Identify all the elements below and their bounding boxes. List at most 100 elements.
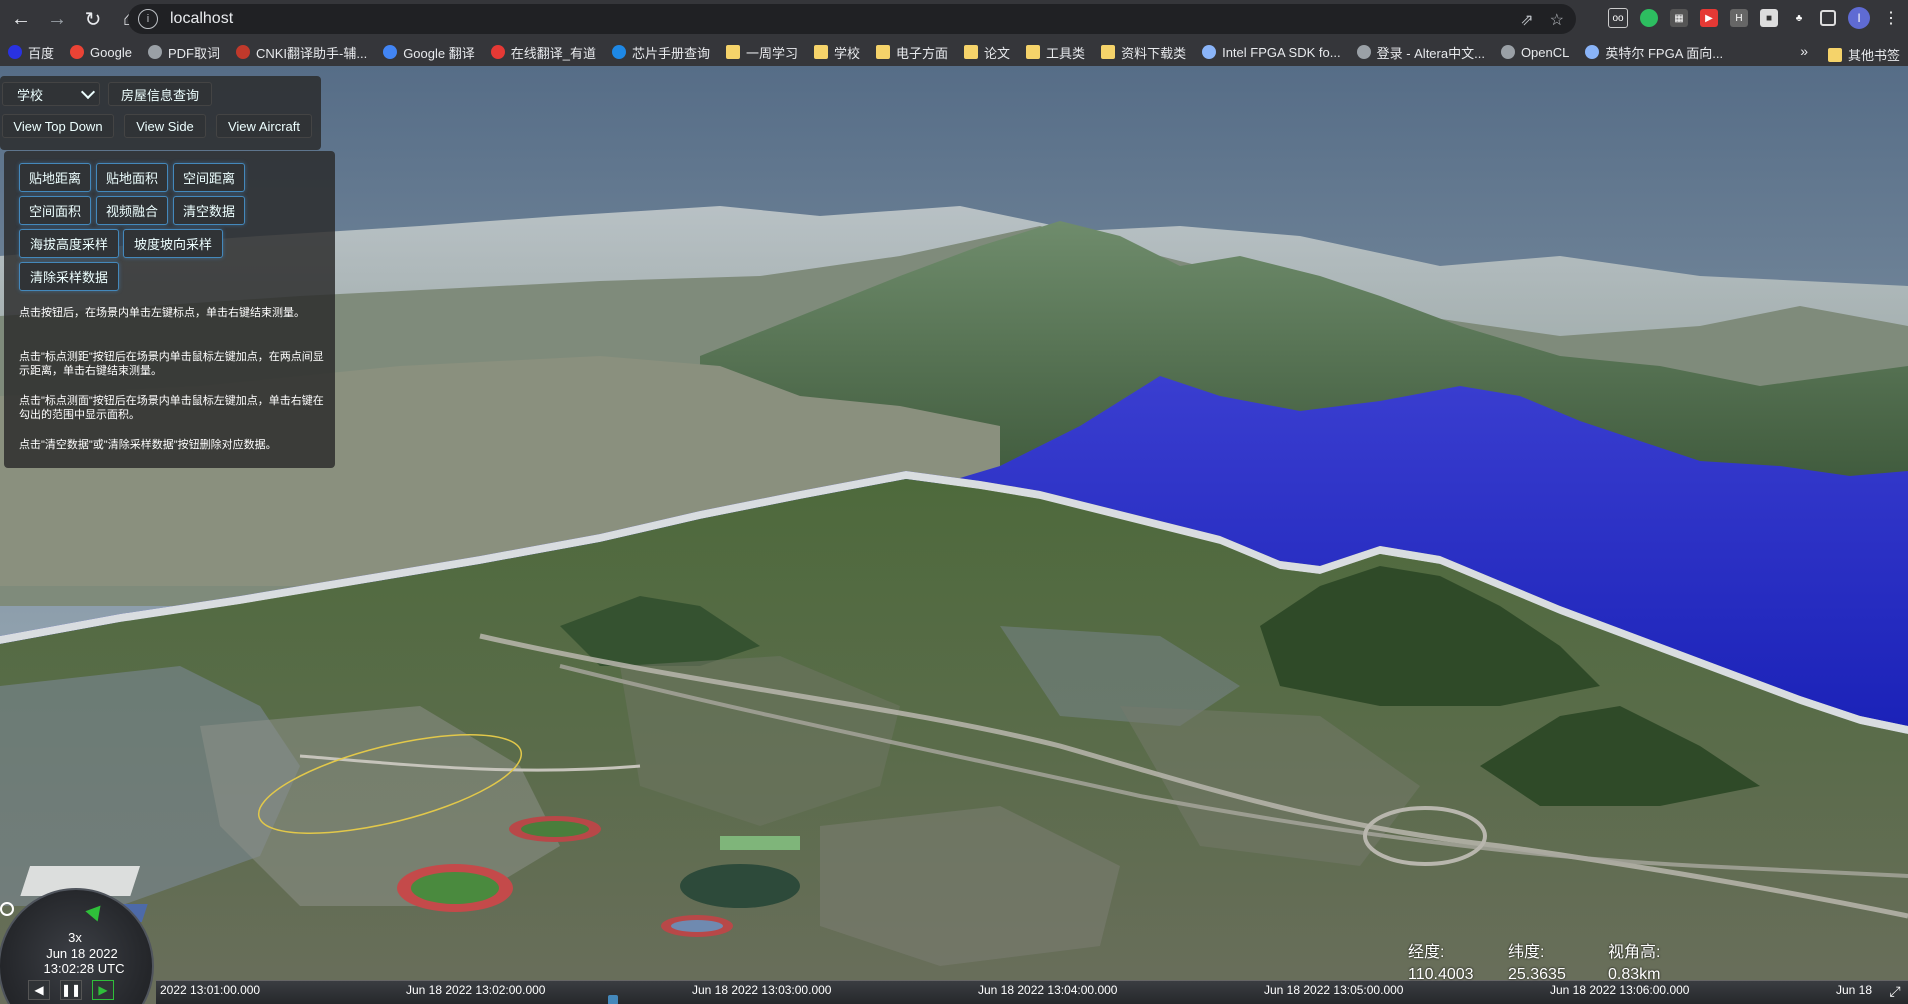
bookmark-item[interactable]: 论文 [964, 43, 1010, 62]
bookmark-label: 电子方面 [896, 45, 949, 61]
side-panel-icon[interactable] [1820, 10, 1836, 26]
camera-height-value: 0.83km [1608, 966, 1661, 983]
camera-height-readout: 视角高: 0.83km [1608, 938, 1660, 984]
folder-icon [814, 45, 828, 59]
ground-area-button[interactable]: 贴地面积 [96, 163, 168, 192]
globe-icon [1500, 45, 1515, 59]
clock-icon[interactable] [0, 902, 14, 916]
bookmark-item[interactable]: 学校 [814, 43, 860, 62]
chip-icon [611, 45, 626, 59]
fullscreen-icon[interactable]: ⤢ [1884, 980, 1906, 1002]
bookmark-label: Google [90, 44, 132, 60]
location-select[interactable]: 学校 [2, 82, 100, 106]
bookmark-item[interactable]: 百度 [8, 43, 54, 62]
bookmark-item[interactable]: Google [70, 45, 132, 60]
profile-avatar[interactable]: I [1848, 7, 1870, 29]
hint-text-4: 点击"清空数据"或"清除采样数据"按钮删除对应数据。 [19, 439, 277, 451]
bookmarks-overflow-button[interactable]: » [1800, 43, 1808, 59]
hint-text-1: 点击按钮后，在场景内单击左键标点，单击右键结束测量。 [19, 307, 305, 319]
space-distance-button[interactable]: 空间距离 [173, 163, 245, 192]
view-controls-panel: 学校 房屋信息查询 View Top Down View Side View A… [0, 76, 321, 150]
bookmark-label: 百度 [28, 45, 55, 61]
ground-distance-button[interactable]: 贴地距离 [19, 163, 91, 192]
bookmark-item[interactable]: 资料下载类 [1101, 43, 1186, 62]
bookmark-item[interactable]: OpenCL [1500, 45, 1569, 60]
bookmark-label: Google 翻译 [403, 45, 475, 61]
hint-text-2: 点击"标点测距"按钮后在场景内单击鼠标左键加点，在两点间显示距离，单击右键结束测… [19, 351, 324, 377]
latitude-readout: 纬度: 25.3635 [1508, 938, 1566, 984]
bookmark-label: 芯片手册查询 [631, 45, 710, 61]
video-extension-icon[interactable]: ▶ [1700, 9, 1718, 27]
cesium-viewer[interactable]: 学校 房屋信息查询 View Top Down View Side View A… [0, 66, 1908, 1004]
menu-kebab-icon[interactable]: ⋮ [1882, 9, 1900, 27]
extension-h-icon[interactable]: H [1730, 9, 1748, 27]
bookmark-item[interactable]: Google 翻译 [383, 43, 475, 62]
bookmark-label: 学校 [834, 45, 861, 61]
timeline-label: Jun 18 2022 13:04:00.000 [978, 983, 1118, 997]
site-info-icon[interactable]: i [138, 9, 158, 29]
bookmark-item[interactable]: 在线翻译_有道 [490, 43, 596, 62]
clock-date: Jun 18 2022 [46, 946, 118, 961]
play-reverse-icon[interactable]: ◀ [28, 980, 50, 1000]
share-icon[interactable]: ⇗ [1520, 10, 1533, 30]
chevron-down-icon [80, 84, 96, 100]
bookmark-item[interactable]: CNKI翻译助手-辅... [235, 43, 367, 62]
forward-icon[interactable]: → [42, 4, 72, 34]
evernote-extension-icon[interactable] [1640, 9, 1658, 27]
bookmark-star-icon[interactable]: ☆ [1550, 10, 1564, 30]
baidu-icon [8, 45, 22, 59]
timeline-needle[interactable] [608, 995, 618, 1004]
youdao-icon [490, 45, 505, 59]
bookmark-item[interactable]: 一周学习 [725, 43, 798, 62]
bookmark-item[interactable]: 登录 - Altera中文... [1356, 43, 1485, 62]
extension-3-icon[interactable]: ▦ [1670, 9, 1688, 27]
bookmark-item[interactable]: 英特尔 FPGA 面向... [1585, 43, 1723, 62]
latitude-label: 纬度: [1508, 944, 1545, 961]
bookmark-item[interactable]: 电子方面 [876, 43, 948, 62]
timeline-label: Jun 18 2022 13:03:00.000 [692, 983, 832, 997]
play-forward-icon[interactable]: ▶ [92, 980, 114, 1000]
timeline-label: Jun 18 2022 13:02:00.000 [406, 983, 546, 997]
bookmarks-bar: 百度 Google PDF取词 CNKI翻译助手-辅... Google 翻译 在线翻译_… [0, 38, 1908, 66]
longitude-label: 经度: [1408, 944, 1445, 961]
measure-tools-panel: 贴地距离 贴地面积 空间距离 空间面积 视频融合 清空数据 海拔高度采样 坡度坡… [4, 151, 335, 468]
timeline-label: Jun 18 [1836, 983, 1873, 997]
browser-toolbar: ← → ↻ ⌂ i localhost ⇗ ☆ oo ▦ ▶ H ■ ♣ I ⋮ [0, 0, 1908, 38]
intel-icon [1202, 45, 1217, 59]
space-area-button[interactable]: 空间面积 [19, 196, 91, 225]
reload-icon[interactable]: ↻ [78, 4, 108, 34]
pause-icon[interactable]: ❚❚ [60, 980, 82, 1000]
clear-data-button[interactable]: 清空数据 [173, 196, 245, 225]
address-url[interactable]: localhost [170, 10, 233, 28]
bookmark-label: 工具类 [1046, 45, 1086, 61]
bookmark-item[interactable]: 芯片手册查询 [611, 43, 710, 62]
slope-aspect-sample-button[interactable]: 坡度坡向采样 [123, 229, 223, 258]
house-query-button[interactable]: 房屋信息查询 [108, 82, 212, 106]
bookmark-item[interactable]: PDF取词 [147, 43, 220, 62]
bookmark-label: 论文 [984, 45, 1011, 61]
latitude-value: 25.3635 [1508, 966, 1566, 983]
extension-doc-icon[interactable]: ■ [1760, 9, 1778, 27]
view-side-button[interactable]: View Side [124, 114, 206, 138]
bookmark-label: 登录 - Altera中文... [1376, 45, 1485, 61]
folder-icon [876, 45, 891, 59]
altitude-sample-button[interactable]: 海拔高度采样 [19, 229, 119, 258]
extensions-puzzle-icon[interactable]: ♣ [1790, 9, 1808, 27]
globe-icon [1356, 45, 1371, 59]
clear-sample-data-button[interactable]: 清除采样数据 [19, 262, 119, 291]
bookmark-item[interactable]: Intel FPGA SDK fo... [1202, 45, 1341, 60]
back-icon[interactable]: ← [6, 4, 36, 34]
folder-icon [1101, 45, 1116, 59]
timeline-label: Jun 18 2022 13:06:00.000 [1550, 983, 1690, 997]
google-icon [70, 45, 85, 59]
longitude-readout: 经度: 110.4003 [1408, 938, 1474, 984]
bookmark-item[interactable]: 工具类 [1026, 43, 1085, 62]
video-fusion-button[interactable]: 视频融合 [96, 196, 168, 225]
clock-speed: 3x [68, 930, 82, 945]
globe-icon [147, 45, 162, 59]
other-bookmarks-folder[interactable]: 其他书签 [1827, 45, 1900, 64]
extension-1-icon[interactable]: oo [1608, 8, 1628, 28]
view-top-down-button[interactable]: View Top Down [2, 114, 114, 138]
view-aircraft-button[interactable]: View Aircraft [216, 114, 312, 138]
address-bar[interactable]: i localhost ⇗ ☆ [128, 4, 1576, 34]
